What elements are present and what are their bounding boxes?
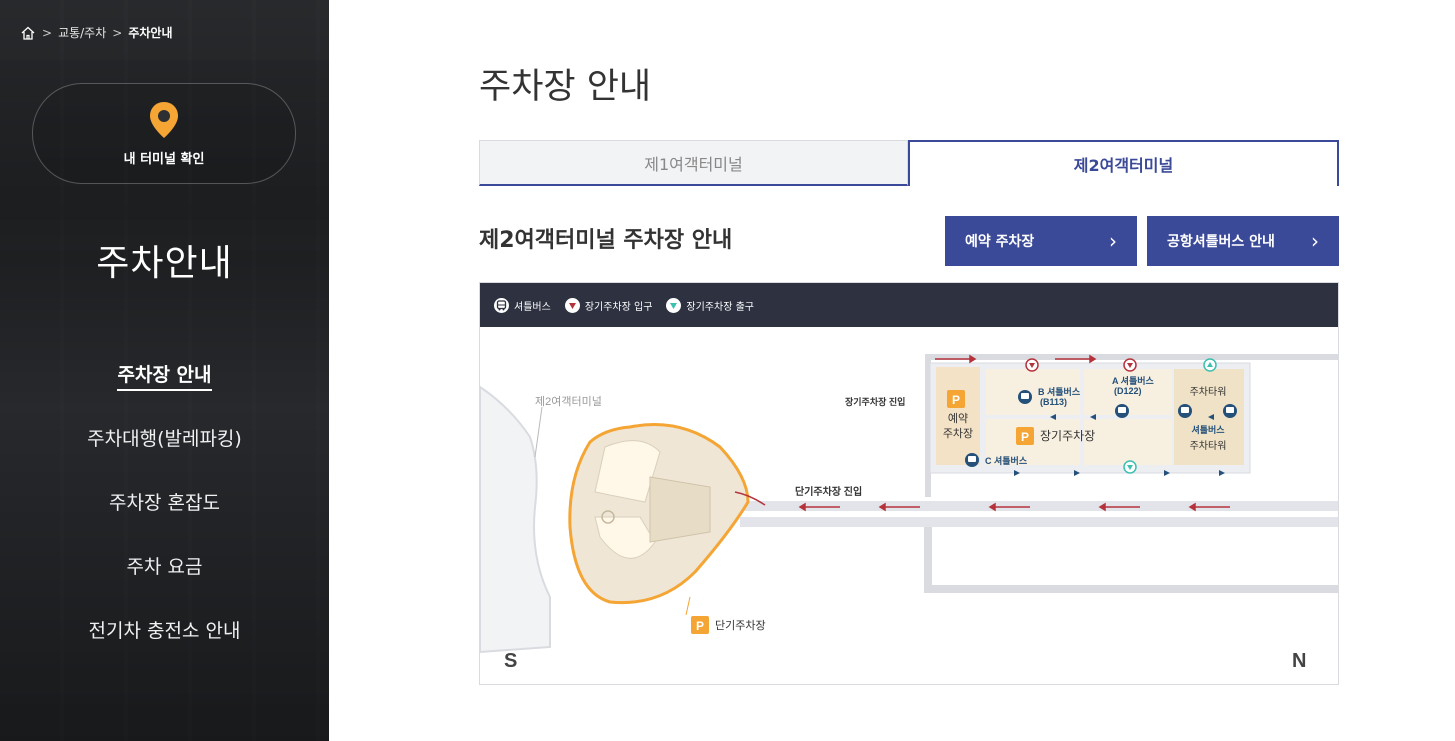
compass-north: N [1292,650,1306,672]
chevron-right-icon: › [1109,229,1117,253]
page-title: 주차장 안내 [479,67,652,107]
svg-text:C 셔틀버스: C 셔틀버스 [985,455,1028,466]
reserved-parking-button[interactable]: 예약 주차장 › [945,216,1137,266]
sidebar-item-ev-charging[interactable]: 전기차 충전소 안내 [0,616,329,680]
terminal-label: 제2여객터미널 [535,395,602,408]
long-term-entry-label: 장기주차장 진입 [845,396,905,407]
map-legend: 셔틀버스 장기주차장 입구 장기주차장 출구 [480,283,1338,327]
breadcrumb-current: 주차안내 [128,26,173,40]
bus-icon [494,297,509,313]
section-title: 제2여객터미널 주차장 안내 [479,228,733,253]
svg-text:P: P [1021,430,1029,444]
breadcrumb-item[interactable]: 교통/주차 [58,24,106,41]
my-terminal-check-button[interactable]: 내 터미널 확인 [32,83,296,184]
tower-label-2: 주차타워 [1190,439,1227,452]
location-pin-icon [150,102,178,138]
tab-terminal-2[interactable]: 제2여객터미널 [908,140,1339,186]
map-drawing: 제2여객터미널 단기주차장 진입 P 예약 주차장 P 장기주차장 주차타워 주… [480,327,1338,684]
tab-terminal-1[interactable]: 제1여객터미널 [479,140,908,186]
chevron-right-icon: > [42,25,53,40]
chevron-right-icon: > [112,25,123,40]
sidebar: > 교통/주차 > 주차안내 내 터미널 확인 주차안내 주차장 안내 주차대행… [0,0,329,741]
sidebar-item-fees[interactable]: 주차 요금 [0,552,329,616]
reserved-label-2: 주차장 [943,427,973,440]
svg-text:P: P [696,619,704,633]
legend-exit: 장기주차장 출구 [666,297,754,313]
svg-text:(D122): (D122) [1114,386,1142,396]
my-terminal-check-label: 내 터미널 확인 [123,152,205,167]
sidebar-item-parking-info[interactable]: 주차장 안내 [0,360,329,424]
parking-map: 셔틀버스 장기주차장 입구 장기주차장 출구 제2여객터미널 단기주차장 진입 … [479,282,1339,685]
sidebar-item-valet[interactable]: 주차대행(발레파킹) [0,424,329,488]
shuttle-tower-label: 셔틀버스 [1191,424,1225,435]
home-icon[interactable] [20,25,36,41]
tower-label-1: 주차타워 [1190,385,1227,398]
reserved-label-1: 예약 [948,411,968,425]
long-term-lot-label: 장기주차장 [1040,429,1095,443]
terminal-tabs: 제1여객터미널 제2여객터미널 [479,140,1339,186]
sidebar-title: 주차안내 [96,243,233,284]
chevron-right-icon: › [1311,229,1319,253]
breadcrumb: > 교통/주차 > 주차안내 [20,24,173,41]
short-term-lot-label: 단기주차장 [715,619,766,632]
exit-marker-icon [666,297,682,313]
compass-south: S [504,650,517,672]
airport-shuttle-button[interactable]: 공항셔틀버스 안내 › [1147,216,1339,266]
shuttle-stop-c: C 셔틀버스 [965,453,1028,467]
legend-entrance: 장기주차장 입구 [564,297,652,313]
svg-text:A 셔틀버스: A 셔틀버스 [1112,375,1155,386]
short-term-entry-label: 단기주차장 진입 [795,485,862,498]
road [740,501,1338,511]
road [740,517,1338,527]
svg-text:(B113): (B113) [1040,397,1067,407]
sidebar-menu: 주차장 안내 주차대행(발레파킹) 주차장 혼잡도 주차 요금 전기차 충전소 … [0,360,329,680]
sidebar-item-congestion[interactable]: 주차장 혼잡도 [0,488,329,552]
svg-text:P: P [952,393,960,407]
legend-shuttle: 셔틀버스 [494,297,551,313]
entrance-marker-icon [564,297,580,313]
svg-text:B 셔틀버스: B 셔틀버스 [1038,386,1081,397]
